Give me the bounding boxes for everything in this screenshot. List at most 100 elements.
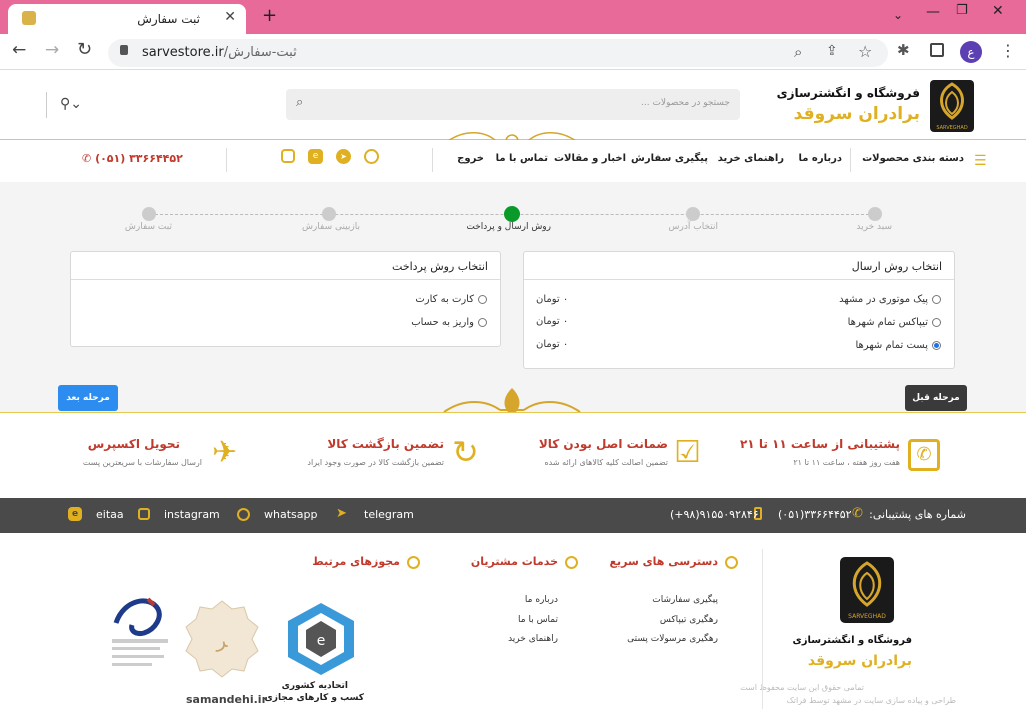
customer-link[interactable]: تماس با ما: [518, 615, 558, 625]
instagram-icon[interactable]: [281, 149, 295, 163]
restore-icon[interactable]: ❐: [956, 3, 968, 18]
support-label: شماره های پشتیبانی:: [869, 508, 966, 521]
step-dot-cart: [868, 207, 882, 221]
customer-link[interactable]: راهنمای خرید: [508, 634, 558, 644]
support-phone-icon: ✆: [908, 439, 940, 471]
feature-title: پشتیبانی از ساعت ۱۱ تا ۲۱: [739, 437, 900, 451]
brand-line1: فروشگاه و انگشترسازی: [776, 86, 920, 100]
nav-phone[interactable]: ✆ (۰۵۱) ۳۳۶۶۴۴۵۲: [82, 152, 183, 165]
quick-link[interactable]: رهگیری مرسولات پستی: [627, 634, 718, 644]
tab-favicon: [22, 11, 36, 25]
whatsapp-link[interactable]: whatsapp: [264, 508, 317, 521]
nav-item-guide[interactable]: راهنمای خرید: [718, 153, 784, 164]
panel-header: انتخاب روش پرداخت: [71, 252, 500, 280]
check-badge-icon: ☑: [674, 435, 701, 470]
extensions-icon[interactable]: ✱: [897, 41, 910, 59]
brand-logo[interactable]: SARVEGHAD: [928, 78, 976, 134]
shipping-option-label: تیپاکس تمام شهرها: [847, 317, 928, 328]
whatsapp-icon: [237, 508, 250, 521]
shipping-option-radio[interactable]: [932, 295, 941, 304]
hamburger-icon[interactable]: ☰: [974, 153, 987, 169]
nav-item-tracking[interactable]: پیگیری سفارش: [631, 153, 708, 164]
target-icon: [407, 556, 420, 569]
reload-icon[interactable]: ↻: [77, 39, 92, 60]
search-input[interactable]: جستجو در محصولات ... ⌕: [286, 89, 740, 120]
shipping-option-price: ۰ تومان: [536, 316, 569, 327]
samandehi-text: samandehi.ir: [186, 693, 267, 706]
enamad-badge-logo[interactable]: [106, 593, 174, 683]
checkout-section: سبد خرید انتخاب آدرس روش ارسال و پرداخت …: [0, 182, 1026, 412]
logo-caption: SARVEGHAD: [936, 125, 968, 131]
instagram-icon: [138, 508, 150, 520]
close-tab-icon[interactable]: ✕: [224, 9, 236, 25]
browser-tab[interactable]: ثبت سفارش ✕: [8, 4, 246, 34]
share-icon[interactable]: ⇪: [826, 43, 838, 59]
customer-link[interactable]: درباره ما: [525, 595, 558, 605]
user-account-icon[interactable]: ⚲⌄: [60, 96, 82, 112]
step-dot-review: [322, 207, 336, 221]
prev-step-button[interactable]: مرحله قبل: [905, 385, 967, 411]
support-phone1[interactable]: (۰۵۱)۳۳۶۶۴۴۵۲: [778, 508, 852, 521]
shipping-title: انتخاب روش ارسال: [851, 260, 942, 273]
address-bar[interactable]: sarvestore.ir/ثبت-سفارش ⌕ ⇪ ☆: [108, 39, 888, 67]
eitaa-link[interactable]: eitaa: [96, 508, 124, 521]
zoom-icon[interactable]: ⌕: [794, 43, 802, 61]
nav-item-logout[interactable]: خروج: [457, 153, 484, 164]
forward-icon[interactable]: →: [45, 40, 59, 60]
telegram-link[interactable]: telegram: [364, 508, 414, 521]
window-close-icon[interactable]: ✕: [992, 3, 1004, 19]
quick-link[interactable]: رهگیری تیپاکس: [660, 615, 718, 625]
whatsapp-icon[interactable]: [364, 149, 379, 164]
nav-divider: [850, 148, 851, 172]
payment-title: انتخاب روش پرداخت: [392, 260, 488, 273]
features-strip: ✆ پشتیبانی از ساعت ۱۱ تا ۲۱ هفت روز هفته…: [0, 412, 1026, 498]
feature-subtitle: تضمین اصالت کلیه کالاهای ارائه شده: [544, 458, 668, 467]
nav-item-about[interactable]: درباره ما: [799, 153, 843, 164]
telegram-icon[interactable]: ➤: [336, 149, 351, 164]
shipping-option-price: ۰ تومان: [536, 339, 569, 350]
union-line1: اتحادیه کشوری: [281, 681, 348, 691]
search-icon[interactable]: ⌕: [296, 95, 303, 110]
quick-link[interactable]: پیگیری سفارشات: [652, 595, 718, 605]
svg-text:ﺮ: ﺮ: [215, 628, 228, 652]
union-badge-logo[interactable]: e: [284, 601, 358, 677]
samandehi-badge-logo[interactable]: ﺮ: [182, 599, 262, 681]
logo-caption: SARVEGHAD: [848, 613, 886, 620]
shipping-option-radio[interactable]: [932, 318, 941, 327]
site-footer: SARVEGHAD فروشگاه و انگشترسازی برادران س…: [0, 533, 1026, 726]
airplane-icon: ✈: [212, 435, 238, 470]
footer-logo[interactable]: SARVEGHAD: [838, 555, 896, 625]
nav-divider: [432, 148, 433, 172]
step-label-shipping: روش ارسال و پرداخت: [466, 222, 551, 232]
search-placeholder: جستجو در محصولات ...: [641, 98, 730, 108]
back-icon[interactable]: ←: [12, 40, 26, 60]
new-tab-icon[interactable]: +: [262, 5, 277, 26]
payment-option-label: کارت به کارت: [415, 294, 474, 305]
payment-option-radio[interactable]: [478, 295, 487, 304]
shipping-option-radio-selected[interactable]: [932, 341, 941, 350]
next-step-button[interactable]: مرحله بعد: [58, 385, 118, 411]
nav-item-news[interactable]: اخبار و مقالات: [554, 153, 626, 164]
eitaa-icon[interactable]: e: [308, 149, 323, 164]
phone-icon: ✆: [82, 152, 92, 165]
step-label-submit: ثبت سفارش: [124, 222, 172, 232]
customer-services-title: خدمات مشتریان: [470, 555, 558, 568]
nav-categories[interactable]: دسته بندی محصولات: [862, 153, 964, 164]
feature-subtitle: تضمین بازگشت کالا در صورت وجود ایراد: [307, 458, 444, 467]
bookmark-star-icon[interactable]: ☆: [858, 42, 872, 61]
tab-search-icon[interactable]: ⌄: [893, 8, 903, 22]
menu-icon[interactable]: ⋮: [1000, 41, 1016, 60]
union-line2: کسب و کارهای مجازی: [264, 693, 364, 703]
instagram-link[interactable]: instagram: [164, 508, 220, 521]
shipping-method-panel: انتخاب روش ارسال پیک موتوری در مشهد ۰ تو…: [523, 251, 955, 369]
minimize-icon[interactable]: —: [926, 4, 940, 20]
sidepanel-icon[interactable]: [930, 43, 944, 57]
payment-option-radio[interactable]: [478, 318, 487, 327]
licenses-title: مجوزهای مرتبط: [312, 555, 400, 568]
nav-item-contact[interactable]: تماس با ما: [496, 153, 548, 164]
support-phone2[interactable]: (+۹۸)۹۱۵۵۰۹۲۸۴۶: [670, 508, 759, 521]
copyright-line2: طراحی و پیاده سازی سایت در مشهد توسط فرا…: [786, 696, 956, 705]
eitaa-icon: e: [68, 507, 82, 521]
profile-avatar[interactable]: ع: [960, 41, 982, 63]
shipping-option-price: ۰ تومان: [536, 294, 569, 305]
